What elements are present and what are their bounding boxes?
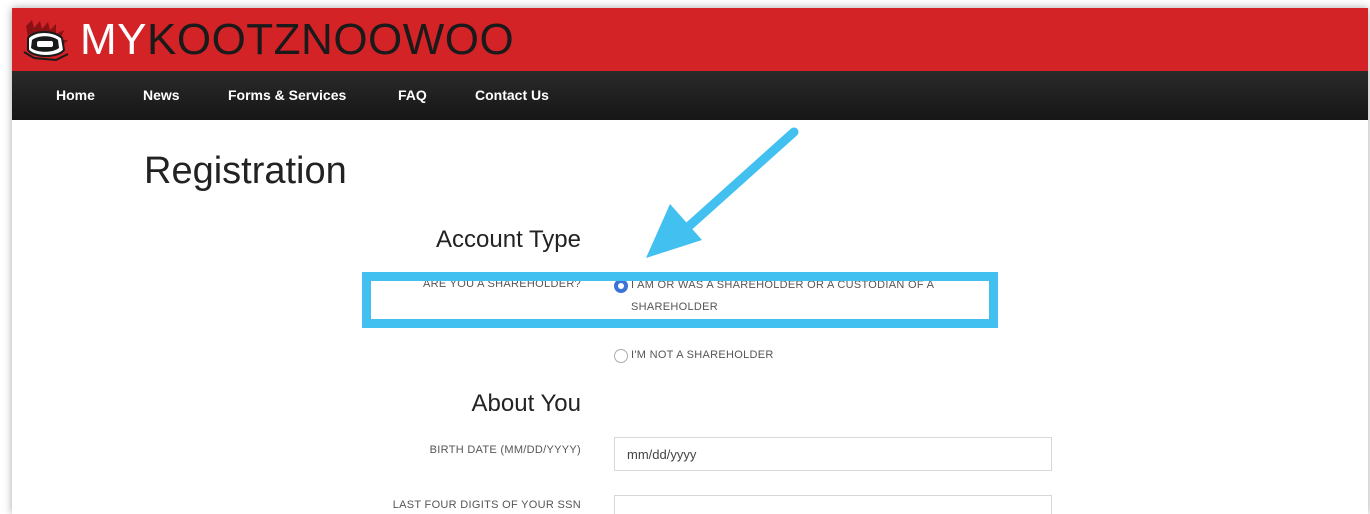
brand-title-my: MY — [80, 15, 147, 64]
radio-shareholder-checked[interactable] — [614, 279, 628, 293]
birth-date-input[interactable] — [614, 437, 1052, 471]
browser-frame: MYKOOTZNOOWOO Home News Forms & Services… — [12, 8, 1368, 514]
nav-item-forms-services[interactable]: Forms & Services — [228, 71, 346, 120]
radio-option-shareholder[interactable]: I AM OR WAS A SHAREHOLDER OR A CUSTODIAN… — [614, 278, 974, 318]
shareholder-question-label: ARE YOU A SHAREHOLDER? — [422, 278, 581, 290]
nav-item-home[interactable]: Home — [56, 71, 95, 120]
main-nav: Home News Forms & Services FAQ Contact U… — [12, 71, 1368, 120]
ssn-input[interactable] — [614, 495, 1052, 514]
nav-item-contact-us[interactable]: Contact Us — [475, 71, 549, 120]
birth-date-label: BIRTH DATE (MM/DD/YYYY) — [429, 444, 581, 456]
brand-title[interactable]: MYKOOTZNOOWOO — [80, 14, 514, 66]
ssn-label: LAST FOUR DIGITS OF YOUR SSN — [392, 499, 581, 511]
nav-item-faq[interactable]: FAQ — [398, 71, 427, 120]
arrow-icon — [646, 127, 799, 258]
brand-title-kootznoowoo: KOOTZNOOWOO — [147, 15, 515, 64]
about-you-heading: About You — [471, 390, 581, 417]
page-title: Registration — [144, 150, 347, 192]
radio-not-shareholder-label: I'M NOT A SHAREHOLDER — [631, 349, 774, 361]
tribal-logo-icon — [23, 20, 69, 62]
account-type-heading: Account Type — [436, 226, 581, 253]
radio-not-shareholder[interactable] — [614, 349, 628, 363]
nav-item-news[interactable]: News — [143, 71, 180, 120]
radio-option-not-shareholder[interactable]: I'M NOT A SHAREHOLDER — [614, 348, 974, 366]
radio-shareholder-label: I AM OR WAS A SHAREHOLDER OR A CUSTODIAN… — [631, 279, 934, 313]
brand-header: MYKOOTZNOOWOO — [12, 8, 1368, 71]
